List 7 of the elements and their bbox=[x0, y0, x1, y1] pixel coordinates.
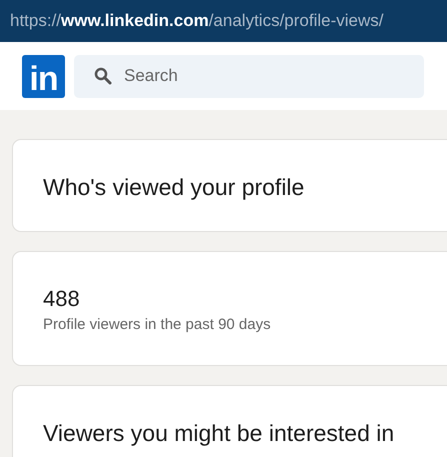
card-title: Viewers you might be interested in bbox=[43, 420, 396, 447]
viewer-caption: Profile viewers in the past 90 days bbox=[43, 316, 272, 333]
viewer-count: 488 bbox=[43, 286, 81, 312]
search-icon bbox=[94, 66, 112, 84]
search-field[interactable]: Search bbox=[74, 54, 424, 98]
logo[interactable]: in bbox=[22, 54, 65, 98]
card-title: Who's viewed your profile bbox=[43, 174, 306, 201]
